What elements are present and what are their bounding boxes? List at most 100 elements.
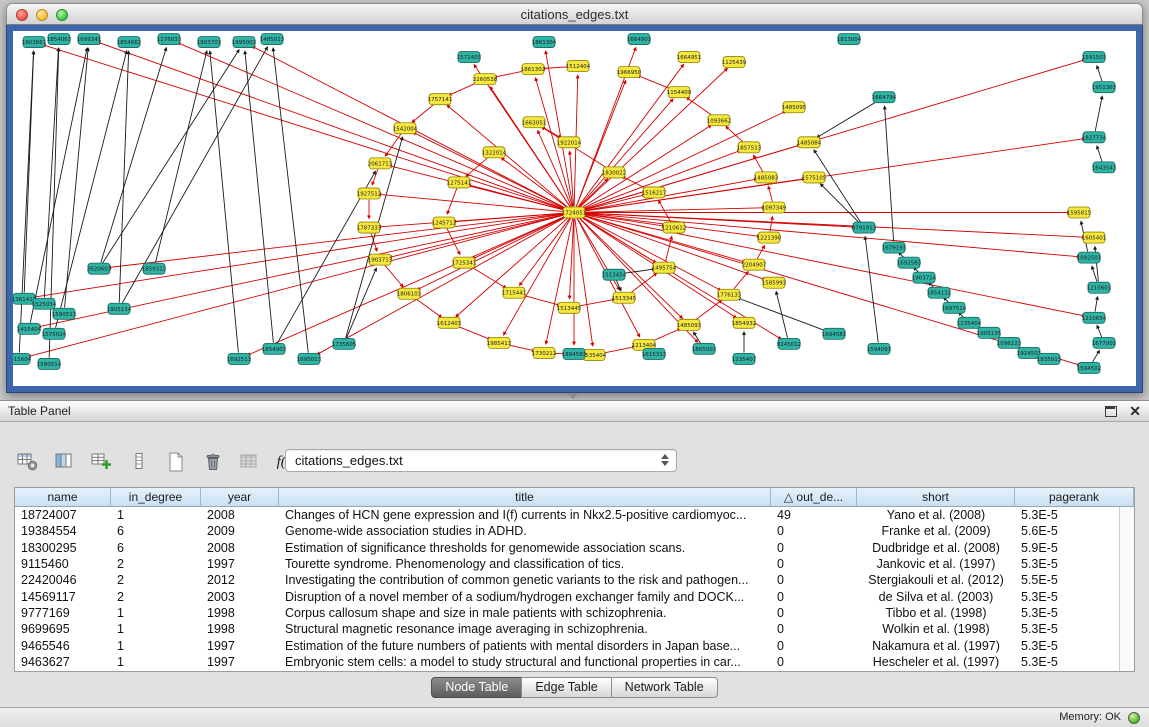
graph-node[interactable]: 1125439	[722, 57, 747, 68]
table-cell[interactable]: 5.3E-5	[1015, 637, 1119, 653]
graph-edge[interactable]	[817, 100, 879, 137]
graph-node[interactable]: 1905135	[977, 327, 1002, 338]
table-cell[interactable]: 5.3E-5	[1015, 507, 1119, 523]
graph-node[interactable]: 1513454	[602, 269, 627, 280]
graph-node[interactable]: 1615313	[642, 348, 667, 359]
table-cell[interactable]: Investigating the contribution of common…	[279, 572, 771, 588]
graph-node[interactable]: 8791913	[852, 222, 877, 233]
table-cell[interactable]: 0	[771, 605, 857, 621]
graph-edge[interactable]	[414, 297, 442, 317]
zoom-window-button[interactable]	[56, 9, 68, 21]
graph-node[interactable]: 9245012	[777, 338, 801, 349]
graph-node[interactable]: 1835913	[1037, 353, 1062, 364]
graph-edge[interactable]	[580, 215, 721, 290]
graph-edge[interactable]	[43, 45, 568, 211]
table-cell[interactable]: 6	[111, 523, 201, 539]
table-cell[interactable]: 49	[771, 507, 857, 523]
graph-node[interactable]: 1245712	[432, 217, 456, 228]
graph-edge[interactable]	[768, 186, 772, 201]
graph-node[interactable]: 2260538	[473, 74, 498, 85]
panel-resize-grip[interactable]	[567, 393, 579, 399]
graph-edge[interactable]	[580, 139, 1085, 212]
graph-node[interactable]: 1485095	[782, 102, 807, 113]
graph-edge[interactable]	[385, 133, 401, 156]
column-header[interactable]: title	[279, 488, 771, 507]
add-rows-icon[interactable]	[88, 448, 116, 476]
table-cell[interactable]: 2009	[201, 523, 279, 539]
table-cell[interactable]: 2	[111, 572, 201, 588]
graph-node[interactable]: 1092503	[1077, 252, 1102, 263]
graph-edge[interactable]	[56, 51, 127, 328]
graph-edge[interactable]	[1095, 297, 1097, 312]
graph-edge[interactable]	[1097, 146, 1102, 162]
graph-node[interactable]: 1677003	[1092, 337, 1117, 348]
table-row[interactable]: 977716911998Corpus callosum shape and si…	[15, 605, 1119, 621]
table-cell[interactable]: 1	[111, 605, 201, 621]
table-cell[interactable]: Yano et al. (2008)	[857, 507, 1015, 523]
table-cell[interactable]: 5.6E-5	[1015, 523, 1119, 539]
graph-edge[interactable]	[455, 325, 491, 339]
graph-edge[interactable]	[44, 48, 58, 297]
graph-edge[interactable]	[578, 64, 684, 207]
table-cell[interactable]: 14569117	[15, 588, 111, 604]
graph-node[interactable]: 1154409	[667, 87, 692, 98]
graph-node[interactable]: 1715441	[502, 287, 526, 298]
new-document-icon[interactable]	[162, 448, 190, 476]
table-cell[interactable]: Estimation of significance thresholds fo…	[279, 540, 771, 556]
graph-node[interactable]: 1757141	[428, 94, 452, 105]
graph-node[interactable]: 1663051	[522, 117, 546, 128]
graph-edge[interactable]	[733, 272, 748, 290]
minimize-window-button[interactable]	[36, 9, 48, 21]
graph-node[interactable]: 1730212	[532, 347, 556, 358]
close-panel-icon[interactable]: ✕	[1129, 404, 1141, 418]
column-header[interactable]: in_degree	[111, 488, 201, 507]
table-row[interactable]: 911546021997Tourette syndrome. Phenomeno…	[15, 556, 1119, 572]
table-cell[interactable]: Corpus callosum shape and size in male p…	[279, 605, 771, 621]
graph-edge[interactable]	[245, 51, 274, 343]
tab-node-table[interactable]: Node Table	[431, 677, 522, 698]
table-cell[interactable]: 0	[771, 523, 857, 539]
table-settings-icon[interactable]	[14, 448, 42, 476]
graph-edge[interactable]	[1092, 350, 1099, 362]
graph-node[interactable]: 1612403	[437, 317, 462, 328]
graph-node[interactable]: 1903703	[197, 37, 222, 48]
table-row[interactable]: 1872400712008Changes of HCN gene express…	[15, 507, 1119, 523]
graph-node[interactable]: 1594502	[1077, 362, 1101, 373]
table-cell[interactable]: 2008	[201, 507, 279, 523]
graph-edge[interactable]	[1095, 96, 1102, 131]
graph-node[interactable]: 1861302	[521, 64, 545, 75]
graph-edge[interactable]	[580, 111, 786, 210]
graph-node[interactable]: 1699341	[77, 34, 101, 45]
graph-node[interactable]: 1735605	[332, 338, 357, 349]
graph-node[interactable]: 1512404	[566, 61, 591, 72]
table-cell[interactable]: 0	[771, 556, 857, 572]
graph-node[interactable]: 1903714	[912, 272, 937, 283]
table-cell[interactable]: 0	[771, 637, 857, 653]
graph-node[interactable]: 1495754	[652, 262, 677, 273]
graph-edge[interactable]	[726, 126, 745, 143]
graph-node[interactable]: 1905134	[107, 303, 132, 314]
graph-edge[interactable]	[501, 158, 569, 209]
graph-node[interactable]: 1516217	[642, 187, 667, 198]
graph-node[interactable]: 1415604	[13, 353, 32, 364]
graph-node[interactable]: 1590513	[52, 308, 77, 319]
graph-node[interactable]: 1643543	[1092, 162, 1117, 173]
table-cell[interactable]: 0	[771, 588, 857, 604]
graph-node[interactable]: 1806103	[397, 288, 422, 299]
graph-node[interactable]: 1894583	[562, 348, 587, 359]
graph-node[interactable]: 1854063	[47, 34, 72, 45]
graph-node[interactable]: 1575024	[42, 328, 67, 339]
table-cell[interactable]: 2008	[201, 540, 279, 556]
graph-edge[interactable]	[65, 48, 89, 307]
graph-node[interactable]: 1859313	[142, 263, 167, 274]
network-canvas[interactable]: 1724051151240418613022260538175714115420…	[13, 31, 1136, 386]
table-cell[interactable]: Nakamura et al. (1997)	[857, 637, 1015, 653]
column-header[interactable]: name	[15, 488, 111, 507]
graph-edge[interactable]	[694, 300, 722, 321]
table-cell[interactable]: 0	[771, 572, 857, 588]
column-header[interactable]: short	[857, 488, 1015, 507]
graph-node[interactable]: 1415404	[17, 323, 42, 334]
close-window-button[interactable]	[16, 9, 28, 21]
graph-edge[interactable]	[389, 214, 568, 258]
table-cell[interactable]: 5.3E-5	[1015, 605, 1119, 621]
